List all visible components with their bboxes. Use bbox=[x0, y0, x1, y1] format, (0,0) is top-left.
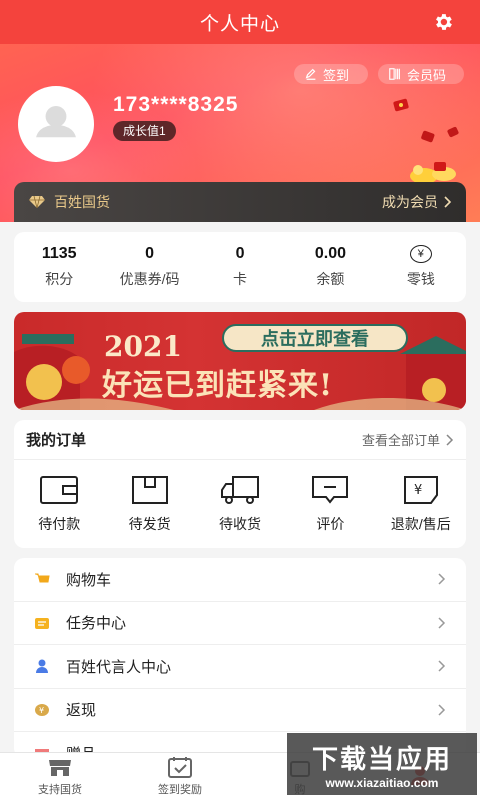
orders-title: 我的订单 bbox=[26, 432, 87, 449]
stat-label: 积分 bbox=[45, 271, 74, 287]
sign-in-button[interactable]: 签到 bbox=[294, 64, 368, 84]
order-pending-receipt[interactable]: 待收货 bbox=[195, 460, 285, 548]
order-refund[interactable]: ¥ 退款/售后 bbox=[376, 460, 466, 548]
order-review[interactable]: 评价 bbox=[285, 460, 375, 548]
chevron-right-icon bbox=[446, 433, 454, 446]
stat-label: 零钱 bbox=[406, 271, 435, 287]
top-bar: 个人中心 bbox=[0, 0, 480, 44]
yen-icon: ¥ bbox=[409, 245, 432, 263]
nav-label: 签到奖励 bbox=[158, 784, 202, 796]
refund-icon: ¥ bbox=[403, 476, 438, 504]
qrcode-icon bbox=[389, 68, 400, 80]
stat-balance[interactable]: 0.00 余额 bbox=[285, 232, 375, 302]
watermark-title: 下载当应用 bbox=[311, 743, 452, 774]
chevron-right-icon bbox=[438, 660, 446, 672]
svg-text:¥: ¥ bbox=[39, 706, 44, 715]
order-pending-payment[interactable]: 待付款 bbox=[14, 460, 104, 548]
stat-label: 卡 bbox=[233, 271, 248, 287]
menu-item-spokesperson[interactable]: 百姓代言人中心 bbox=[14, 645, 466, 689]
red-envelope-icon bbox=[421, 130, 435, 143]
menu-item-cashback[interactable]: ¥ 返现 bbox=[14, 689, 466, 732]
stat-change[interactable]: ¥ 零钱 bbox=[376, 232, 466, 302]
stat-label: 余额 bbox=[316, 271, 345, 287]
promo-banner[interactable]: 点击立即查看 2021 好运已到赶紧来! bbox=[14, 312, 466, 410]
banner-slogan: 好运已到赶紧来! bbox=[102, 368, 334, 403]
order-pending-shipment[interactable]: 待发货 bbox=[104, 460, 194, 548]
nav-checkin-reward[interactable]: 签到奖励 bbox=[120, 753, 240, 800]
member-code-button[interactable]: 会员码 bbox=[378, 64, 464, 84]
join-member-label: 成为会员 bbox=[382, 194, 438, 210]
order-label: 待付款 bbox=[38, 516, 81, 532]
stat-coupons[interactable]: 0 优惠券/码 bbox=[104, 232, 194, 302]
banner-year: 2021 bbox=[104, 330, 182, 363]
wallet-icon bbox=[40, 476, 79, 504]
user-phone: 173****8325 bbox=[113, 93, 239, 116]
order-label: 待发货 bbox=[128, 516, 171, 532]
member-code-label: 会员码 bbox=[407, 67, 447, 83]
order-label: 待收货 bbox=[219, 516, 262, 532]
nav-support-domestic[interactable]: 支持国货 bbox=[0, 753, 120, 800]
gear-icon[interactable] bbox=[432, 11, 454, 33]
truck-icon bbox=[221, 476, 260, 504]
view-all-label: 查看全部订单 bbox=[361, 433, 440, 448]
avatar[interactable] bbox=[18, 86, 94, 162]
stat-value: 0 bbox=[145, 245, 155, 262]
watermark-url: www.xiazaitiao.com bbox=[325, 775, 439, 790]
store-icon bbox=[49, 760, 71, 776]
growth-badge[interactable]: 成长值1 bbox=[113, 121, 176, 141]
banner-cta-button[interactable]: 点击立即查看 bbox=[222, 324, 408, 352]
stat-points[interactable]: 1135 积分 bbox=[14, 232, 104, 302]
orders-card: 我的订单 查看全部订单 待付款 待发货 待收货 评价 ¥ 退款/售后 bbox=[14, 420, 466, 548]
watermark: 下载当应用 www.xiazaitiao.com bbox=[287, 733, 477, 795]
user-icon bbox=[36, 659, 48, 674]
stat-value: 0.00 bbox=[314, 245, 346, 262]
task-icon bbox=[35, 617, 49, 629]
box-icon bbox=[131, 476, 168, 504]
menu-label: 返现 bbox=[66, 702, 97, 720]
view-all-orders-link[interactable]: 查看全部订单 bbox=[362, 430, 454, 449]
cart-icon bbox=[35, 573, 50, 583]
order-label: 退款/售后 bbox=[390, 516, 451, 532]
stat-label: 优惠券/码 bbox=[119, 271, 180, 287]
stats-card: 1135 积分 0 优惠券/码 0 卡 0.00 余额 ¥ 零钱 bbox=[14, 232, 466, 302]
coin-icon: ¥ bbox=[35, 703, 49, 716]
chevron-right-icon bbox=[438, 617, 446, 629]
chevron-right-icon bbox=[438, 573, 446, 585]
diamond-icon bbox=[29, 195, 45, 209]
menu-item-task-center[interactable]: 任务中心 bbox=[14, 602, 466, 645]
vip-bar[interactable]: 百姓国货 成为会员 bbox=[14, 182, 466, 222]
store-name: 百姓国货 bbox=[54, 194, 110, 210]
stat-value: 0 bbox=[235, 245, 245, 262]
orders-header: 我的订单 查看全部订单 bbox=[14, 420, 466, 460]
menu-label: 购物车 bbox=[66, 571, 112, 589]
chevron-right-icon bbox=[444, 196, 452, 208]
stat-cards[interactable]: 0 卡 bbox=[195, 232, 285, 302]
order-label: 评价 bbox=[316, 516, 345, 532]
menu-label: 百姓代言人中心 bbox=[66, 658, 172, 676]
chevron-right-icon bbox=[438, 704, 446, 716]
sign-in-label: 签到 bbox=[323, 67, 350, 83]
red-envelope-icon bbox=[393, 98, 409, 112]
menu-list: 购物车 任务中心 百姓代言人中心 ¥ 返现 赠品 bbox=[14, 558, 466, 758]
red-envelope-icon bbox=[447, 126, 459, 138]
checkin-icon bbox=[168, 757, 192, 778]
join-member-link[interactable]: 成为会员 bbox=[382, 192, 452, 212]
stat-value: 1135 bbox=[41, 245, 77, 262]
menu-item-cart[interactable]: 购物车 bbox=[14, 558, 466, 602]
comment-icon bbox=[312, 476, 349, 504]
nav-label: 支持国货 bbox=[38, 784, 82, 796]
svg-text:¥: ¥ bbox=[414, 483, 422, 498]
menu-label: 任务中心 bbox=[66, 615, 127, 633]
page-title: 个人中心 bbox=[199, 13, 280, 35]
pencil-icon bbox=[305, 68, 316, 80]
